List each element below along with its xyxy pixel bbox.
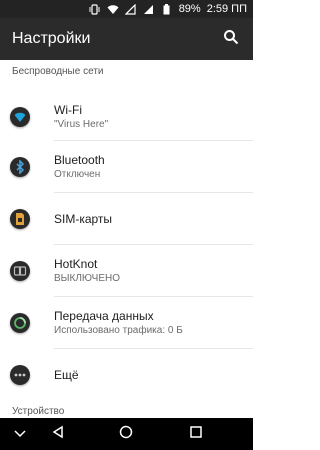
- signal-icon: [143, 3, 155, 15]
- recents-icon: [189, 425, 203, 444]
- item-subtitle: ВЫКЛЮЧЕНО: [54, 273, 121, 284]
- search-button[interactable]: [221, 29, 241, 49]
- settings-item-wifi[interactable]: Wi-Fi "Virus Here": [0, 91, 253, 143]
- data-usage-icon: [10, 313, 30, 333]
- sim-card-icon: [10, 209, 30, 229]
- item-title: HotKnot: [54, 257, 98, 271]
- hotknot-icon: [10, 261, 30, 281]
- vibrate-icon: [89, 3, 101, 15]
- bluetooth-icon: [10, 157, 30, 177]
- section-header-device: Устройство: [12, 406, 65, 417]
- battery-icon: [161, 3, 173, 15]
- item-subtitle: Использовано трафика: 0 Б: [54, 325, 183, 336]
- settings-item-sim-cards[interactable]: SIM-карты: [0, 193, 253, 245]
- settings-item-bluetooth[interactable]: Bluetooth Отключен: [0, 141, 253, 193]
- wifi-icon: [107, 3, 119, 15]
- settings-item-hotknot[interactable]: HotKnot ВЫКЛЮЧЕНО: [0, 245, 253, 297]
- item-title: Bluetooth: [54, 153, 105, 167]
- navigation-bar: [0, 418, 253, 450]
- nav-recents-button[interactable]: [176, 418, 216, 450]
- settings-item-data-usage[interactable]: Передача данных Использовано трафика: 0 …: [0, 297, 253, 349]
- clock: 2:59 ПП: [206, 3, 247, 15]
- back-icon: [51, 425, 65, 444]
- chevron-down-icon: [14, 425, 26, 443]
- nav-home-button[interactable]: [106, 418, 146, 450]
- item-title: SIM-карты: [54, 212, 113, 226]
- item-subtitle: "Virus Here": [54, 119, 109, 130]
- item-title: Ещё: [54, 368, 79, 382]
- data-off-icon: [125, 3, 137, 15]
- search-icon: [223, 29, 239, 50]
- app-bar: Настройки: [0, 18, 253, 60]
- more-icon: [10, 365, 30, 385]
- wifi-icon: [10, 107, 30, 127]
- battery-percent: 89%: [178, 3, 201, 15]
- section-header-wireless: Беспроводные сети: [12, 66, 104, 77]
- settings-item-more[interactable]: Ещё: [0, 349, 253, 401]
- page-title: Настройки: [12, 30, 91, 47]
- nav-collapse-button[interactable]: [0, 418, 40, 450]
- status-bar: 89% 2:59 ПП: [0, 0, 253, 18]
- nav-back-button[interactable]: [38, 418, 78, 450]
- item-subtitle: Отключен: [54, 169, 101, 180]
- item-title: Передача данных: [54, 309, 154, 323]
- item-title: Wi-Fi: [54, 103, 82, 117]
- status-icons: 89% 2:59 ПП: [89, 3, 247, 15]
- home-icon: [119, 425, 133, 444]
